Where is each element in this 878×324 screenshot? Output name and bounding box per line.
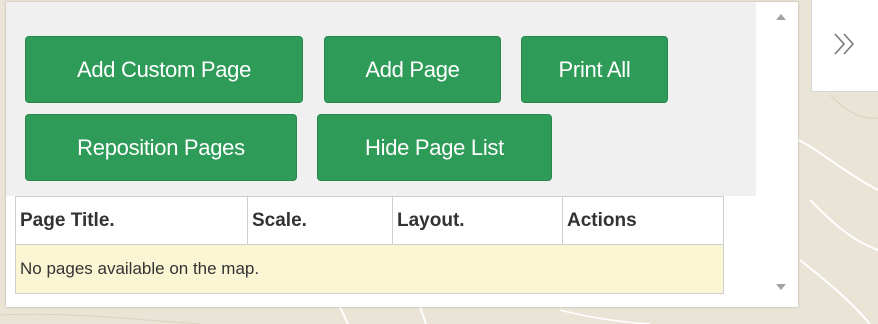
scroll-up-arrow-icon[interactable] [776,14,786,20]
column-header-layout[interactable]: Layout. [392,196,563,245]
table-row: No pages available on the map. [15,244,724,294]
add-custom-page-button[interactable]: Add Custom Page [25,36,303,103]
empty-table-message: No pages available on the map. [15,244,724,294]
add-page-button[interactable]: Add Page [324,36,501,103]
pages-table: Page Title. Scale. Layout. Actions No pa… [15,196,724,294]
hide-page-list-button[interactable]: Hide Page List [317,114,552,181]
button-toolbar: Add Custom Page Add Page Print All Repos… [6,2,756,196]
scroll-down-arrow-icon[interactable] [776,284,786,290]
column-header-actions[interactable]: Actions [562,196,724,245]
reposition-pages-button[interactable]: Reposition Pages [25,114,297,181]
collapse-panel-button[interactable] [811,0,878,92]
panel-scrollbar[interactable] [770,2,798,307]
table-header-row: Page Title. Scale. Layout. Actions [15,196,724,245]
print-all-button[interactable]: Print All [521,36,668,103]
column-header-page-title[interactable]: Page Title. [15,196,248,245]
double-chevron-right-icon [834,33,855,55]
column-header-scale[interactable]: Scale. [247,196,393,245]
print-pages-panel: Add Custom Page Add Page Print All Repos… [6,2,798,307]
